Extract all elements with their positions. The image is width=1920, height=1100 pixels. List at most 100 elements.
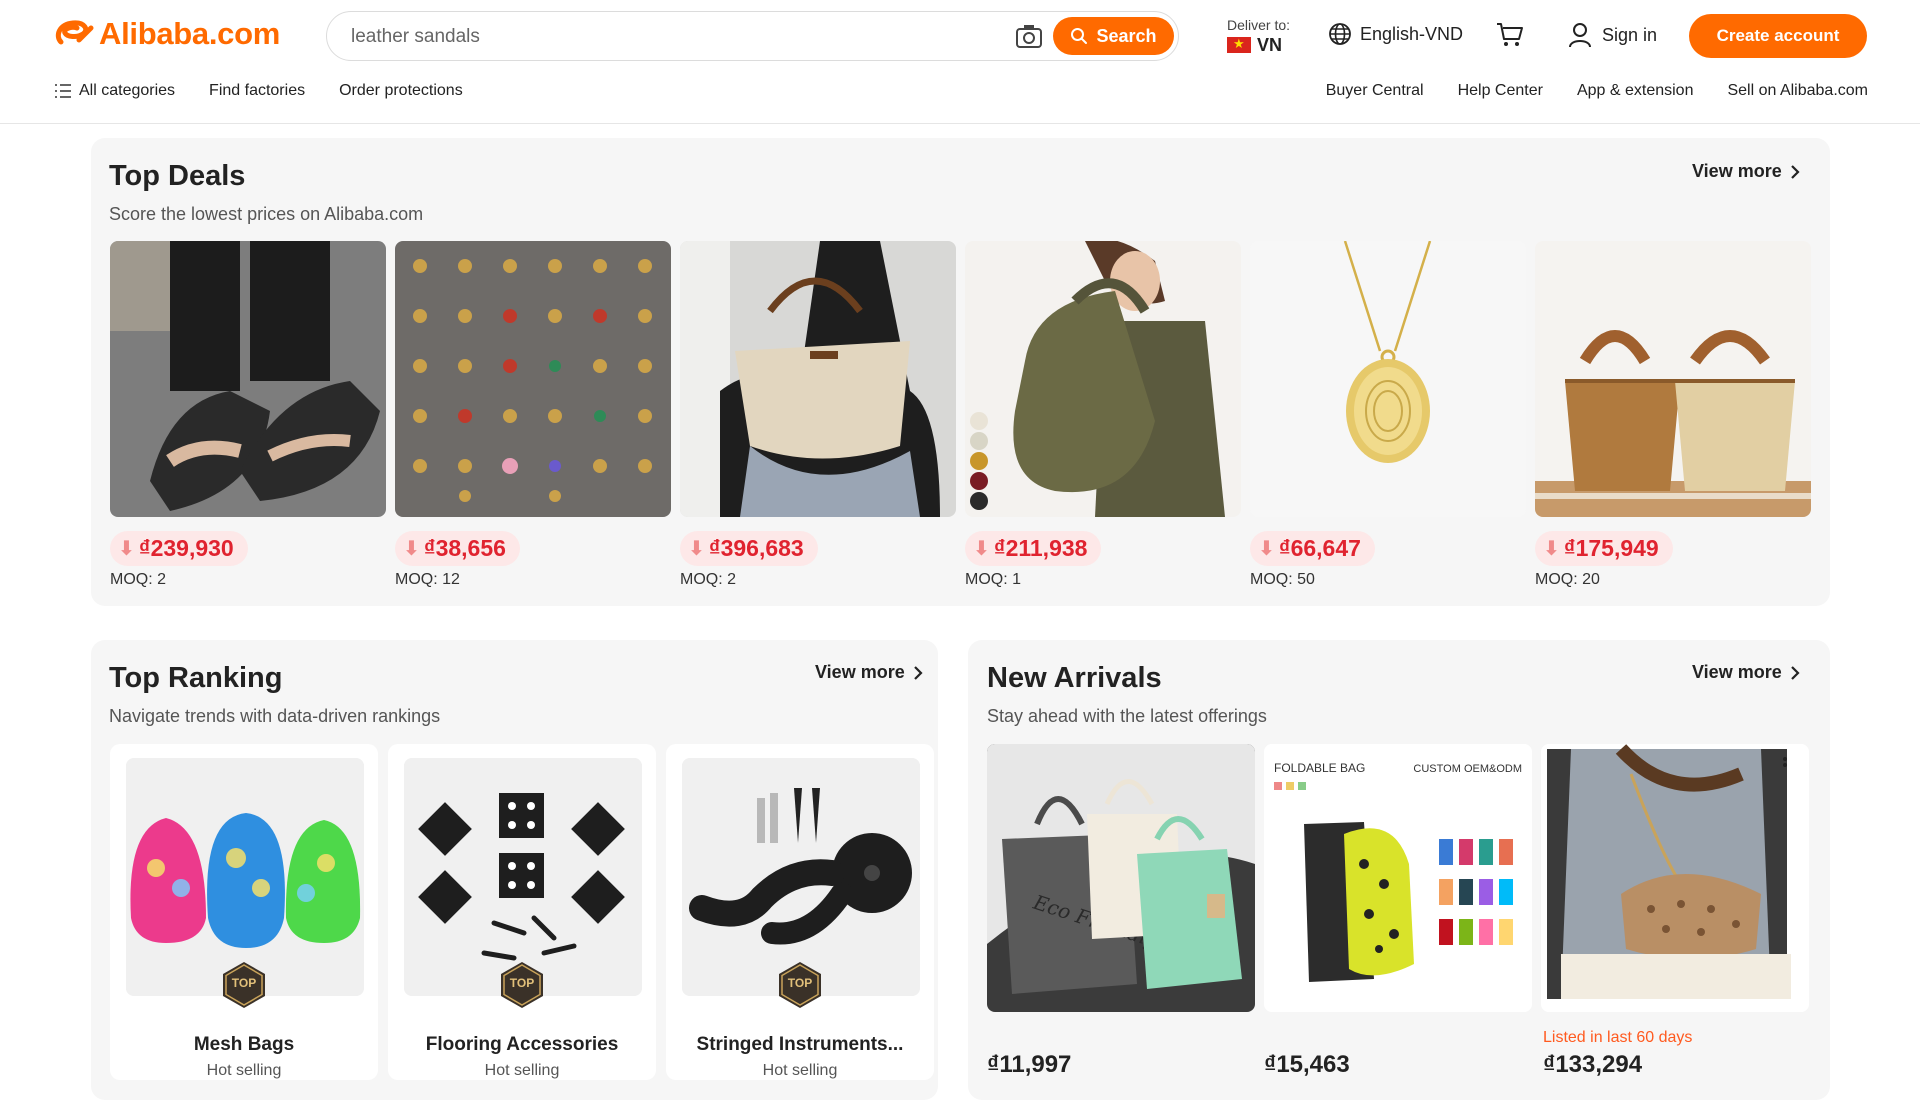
- deal-card[interactable]: ⬇ ₫396,683 MOQ: 2: [680, 241, 956, 589]
- create-account-button[interactable]: Create account: [1689, 14, 1867, 58]
- cart-icon[interactable]: [1496, 22, 1524, 48]
- down-arrow-icon: ⬇: [403, 537, 420, 560]
- down-arrow-icon: ⬇: [118, 537, 135, 560]
- deal-image-olive-bag: [965, 241, 1241, 517]
- deal-card[interactable]: ⬇ ₫211,938 MOQ: 1: [965, 241, 1241, 589]
- user-icon: [1569, 23, 1591, 48]
- vietnam-flag-icon: [1227, 35, 1251, 53]
- top-deals-view-more[interactable]: View more: [1692, 161, 1800, 182]
- site-header: Alibaba.com Search Deliver to: VN: [0, 0, 1920, 124]
- nav-all-categories-label: All categories: [79, 82, 176, 99]
- top-ranking-view-more[interactable]: View more: [815, 662, 923, 683]
- sign-in-label: Sign in: [1602, 24, 1658, 45]
- deal-card[interactable]: ⬇ ₫38,656 MOQ: 12: [395, 241, 671, 589]
- deal-image-plush-tote: [680, 241, 956, 517]
- top-ranking-title: Top Ranking: [109, 662, 283, 694]
- view-more-label: View more: [1692, 662, 1782, 682]
- view-more-label: View more: [815, 662, 905, 682]
- search-icon: [1071, 28, 1088, 44]
- deal-price: ⬇ ₫175,949: [1535, 530, 1673, 566]
- sign-in-link[interactable]: Sign in: [1568, 22, 1657, 48]
- down-arrow-icon: ⬇: [1543, 537, 1560, 560]
- language-currency-selector[interactable]: English-VND: [1328, 22, 1463, 46]
- deal-image-charms: [395, 241, 671, 517]
- deal-price: ⬇ ₫396,683: [680, 530, 818, 566]
- ranking-card[interactable]: TOP Stringed Instruments... Hot selling: [666, 744, 934, 1080]
- menu-icon: [55, 84, 71, 98]
- top-badge-label: TOP: [787, 976, 813, 990]
- nav-app-extension[interactable]: App & extension: [1577, 82, 1694, 100]
- nav-find-factories[interactable]: Find factories: [209, 82, 305, 100]
- globe-icon: [1329, 23, 1351, 45]
- deal-moq: MOQ: 20: [1535, 571, 1600, 588]
- new-arrivals-subtitle: Stay ahead with the latest offerings: [987, 706, 1267, 726]
- deal-price: ⬇ ₫38,656: [395, 530, 520, 566]
- deal-card[interactable]: ⬇ ₫66,647 MOQ: 50: [1250, 241, 1526, 589]
- ranking-card[interactable]: TOP Mesh Bags Hot selling: [110, 744, 378, 1080]
- nav-buyer-central[interactable]: Buyer Central: [1326, 82, 1424, 100]
- search-button[interactable]: Search: [1053, 17, 1174, 55]
- chevron-right-icon: [1790, 164, 1800, 179]
- primary-nav: All categories Find factories Order prot…: [55, 82, 463, 100]
- deal-price-value: ₫38,656: [423, 534, 506, 561]
- top-ranking-subtitle: Navigate trends with data-driven ranking…: [109, 706, 441, 726]
- ranking-card[interactable]: TOP Flooring Accessories Hot selling: [388, 744, 656, 1080]
- nav-sell-on-alibaba[interactable]: Sell on Alibaba.com: [1727, 82, 1868, 100]
- deal-card[interactable]: ⬇ ₫175,949 MOQ: 20: [1535, 241, 1811, 589]
- logo-text: Alibaba.com: [99, 16, 281, 51]
- arrival-price: ₫11,997: [987, 1051, 1072, 1078]
- secondary-nav: Buyer Central Help Center App & extensio…: [1326, 82, 1868, 100]
- down-arrow-icon: ⬇: [973, 537, 990, 560]
- nav-order-protections[interactable]: Order protections: [339, 82, 463, 100]
- deal-image-sandals: [110, 241, 386, 517]
- nav-help-center[interactable]: Help Center: [1458, 82, 1543, 100]
- ranking-tag: Hot selling: [206, 1062, 282, 1079]
- top-badge-label: TOP: [509, 976, 535, 990]
- top-deals-subtitle: Score the lowest prices on Alibaba.com: [109, 204, 424, 224]
- camera-search-icon[interactable]: [1015, 24, 1043, 50]
- deal-card[interactable]: ⬇ ₫239,930 MOQ: 2: [110, 241, 386, 589]
- ranking-tag: Hot selling: [762, 1062, 838, 1079]
- chevron-right-icon: [913, 665, 923, 680]
- arrival-card[interactable]: Eco Friendly: [987, 744, 1255, 1012]
- deliver-to-selector[interactable]: Deliver to: VN: [1227, 16, 1290, 54]
- alibaba-logo-icon: [55, 20, 94, 45]
- new-arrivals-view-more[interactable]: View more: [1692, 662, 1800, 683]
- deal-price-value: ₫66,647: [1278, 534, 1361, 561]
- arrival-card[interactable]: [1541, 744, 1809, 1012]
- listed-recently-label: Listed in last 60 days: [1543, 1029, 1693, 1046]
- deal-price-value: ₫175,949: [1563, 534, 1659, 561]
- arrival-card[interactable]: FOLDABLE BAG CUSTOM OEM&ODM: [1264, 744, 1532, 1012]
- deal-moq: MOQ: 2: [680, 571, 737, 588]
- chevron-right-icon: [1790, 665, 1800, 680]
- deliver-label: Deliver to:: [1227, 17, 1291, 33]
- deal-moq: MOQ: 12: [395, 571, 460, 588]
- language-label: English-VND: [1360, 23, 1464, 44]
- arrival-image-text: FOLDABLE BAG: [1274, 761, 1365, 775]
- ranking-name: Flooring Accessories: [425, 1034, 619, 1055]
- deal-moq: MOQ: 50: [1250, 571, 1315, 588]
- ranking-name: Mesh Bags: [193, 1034, 295, 1055]
- search-bar: Search: [326, 11, 1179, 61]
- deal-image-straw-bags: [1535, 241, 1811, 517]
- top-deals-title: Top Deals: [109, 160, 246, 192]
- deal-price: ⬇ ₫239,930: [110, 530, 248, 566]
- down-arrow-icon: ⬇: [688, 537, 705, 560]
- nav-all-categories[interactable]: All categories: [55, 82, 175, 100]
- view-more-label: View more: [1692, 161, 1782, 181]
- deliver-country: VN: [1257, 35, 1283, 55]
- search-input[interactable]: [351, 24, 991, 50]
- deal-price: ⬇ ₫211,938: [965, 530, 1102, 566]
- top-badge-label: TOP: [231, 976, 257, 990]
- ranking-tag: Hot selling: [484, 1062, 560, 1079]
- deal-price-value: ₫239,930: [138, 534, 234, 561]
- deal-image-pendant: [1250, 241, 1526, 517]
- deal-moq: MOQ: 1: [965, 571, 1022, 588]
- new-arrivals-title: New Arrivals: [987, 662, 1162, 694]
- alibaba-logo[interactable]: Alibaba.com: [53, 16, 280, 52]
- search-button-label: Search: [1096, 25, 1157, 46]
- deal-price-value: ₫211,938: [993, 534, 1088, 561]
- ranking-name: Stringed Instruments...: [696, 1034, 904, 1055]
- arrival-price: ₫15,463: [1264, 1051, 1350, 1078]
- deal-price: ⬇ ₫66,647: [1250, 530, 1375, 566]
